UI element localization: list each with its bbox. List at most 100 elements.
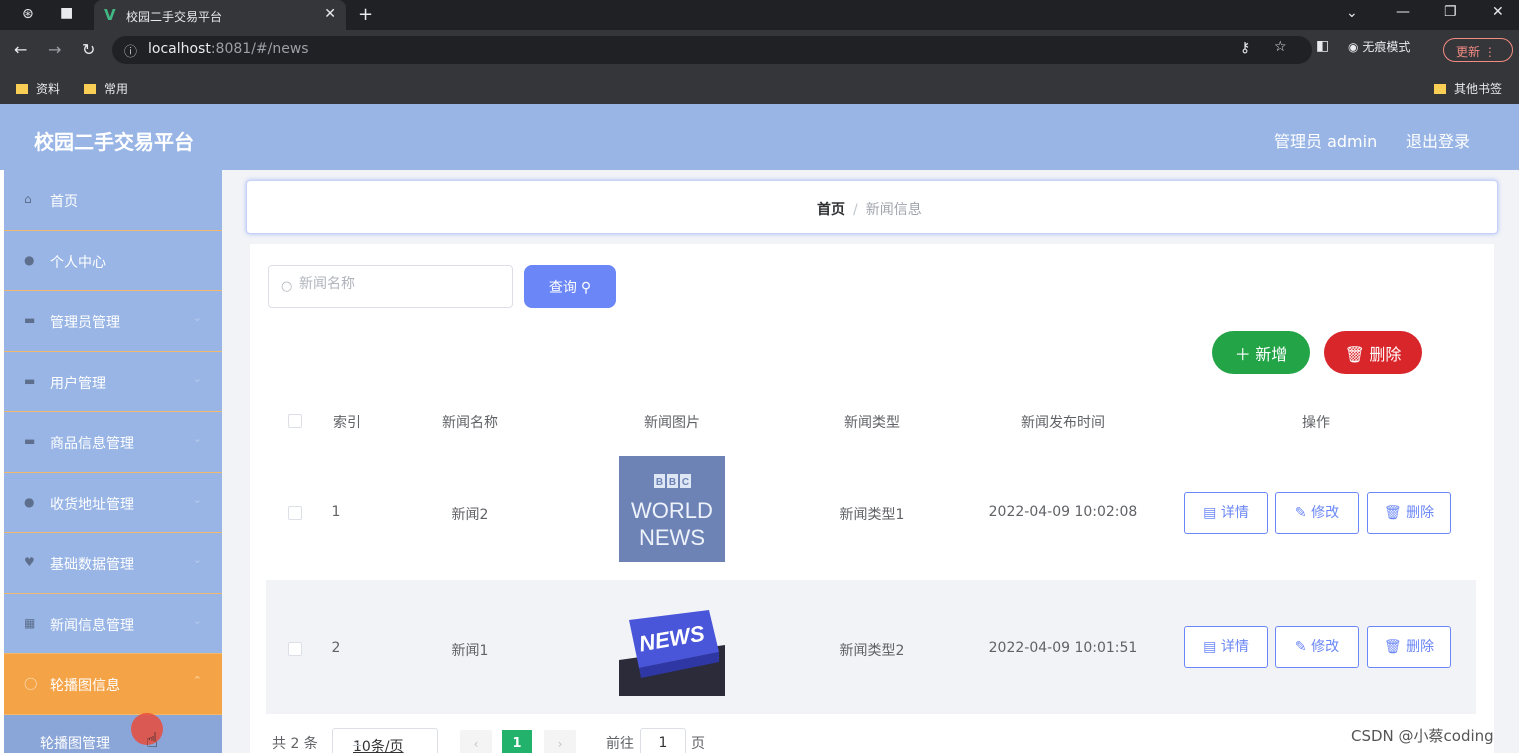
minimize-icon[interactable]: — <box>1396 4 1410 20</box>
row-checkbox[interactable] <box>288 642 302 656</box>
prev-page-button[interactable]: ‹ <box>460 730 492 753</box>
next-page-button[interactable]: › <box>544 730 576 753</box>
reload-icon[interactable]: ↻ <box>82 40 95 59</box>
address-icon: ● <box>24 494 35 509</box>
batch-delete-button[interactable]: 🗑 删除 <box>1324 331 1422 374</box>
sidebar-item-personal-center[interactable]: ● 个人中心 <box>4 231 222 291</box>
folder-icon <box>84 84 96 94</box>
current-page-button[interactable]: 1 <box>502 730 532 753</box>
logout-link[interactable]: 退出登录 <box>1406 128 1470 152</box>
sidebar-item-address-management[interactable]: ● 收货地址管理 ⌄ <box>4 473 222 533</box>
goto-page-input[interactable]: 1 <box>640 728 686 753</box>
bookmark-star-icon[interactable]: ☆ <box>1274 39 1287 55</box>
admin-label: 管理员 admin <box>1274 132 1378 151</box>
sidebar-item-carousel[interactable]: ◯ 轮播图信息 ⌃ <box>4 654 222 715</box>
sidebar-item-label: 基础数据管理 <box>50 557 134 573</box>
edit-button[interactable]: ✎ 修改 <box>1275 626 1359 668</box>
table-header: 索引 新闻名称 新闻图片 新闻类型 新闻发布时间 操作 <box>266 392 1476 452</box>
row-news-type: 新闻类型2 <box>839 643 905 659</box>
edit-button[interactable]: ✎ 修改 <box>1275 492 1359 534</box>
hand-cursor-icon: ☝ <box>146 728 159 752</box>
page-suffix: 页 <box>691 736 705 752</box>
search-icon: ○ <box>281 279 293 294</box>
new-tab-icon[interactable]: + <box>358 4 373 25</box>
chevron-down-icon: ⌄ <box>192 553 202 566</box>
sidebar-item-label: 个人中心 <box>50 254 106 271</box>
url-path: :8081/#/news <box>210 41 309 57</box>
incognito-label: 无痕模式 <box>1362 40 1411 54</box>
update-label: 更新 <box>1456 45 1481 59</box>
select-all-checkbox[interactable] <box>288 414 302 428</box>
trash-icon: 🗑 <box>1383 505 1402 521</box>
delete-button[interactable]: 🗑 删除 <box>1367 626 1451 668</box>
user-icon: ● <box>24 252 35 267</box>
search-field[interactable]: ○ <box>268 265 513 308</box>
chrome-menu-icon[interactable]: ⊛ <box>22 6 34 22</box>
close-tab-icon[interactable]: ✕ <box>324 6 336 22</box>
svg-text:WORLD: WORLD <box>631 498 713 523</box>
bookmark-folder-1[interactable]: 资料 <box>16 80 60 97</box>
row-checkbox[interactable] <box>288 506 302 520</box>
edit-label: 修改 <box>1311 639 1340 655</box>
delete-button[interactable]: 🗑 删除 <box>1367 492 1451 534</box>
bookmark-label: 其他书签 <box>1454 82 1503 96</box>
add-button[interactable]: ＋ 新增 <box>1212 331 1310 374</box>
page-size-select[interactable]: 10条/页 ⌄ <box>332 728 438 753</box>
tab-title: 校园二手交易平台 <box>126 10 223 24</box>
forward-icon[interactable]: → <box>48 40 61 59</box>
sidebar-item-label: 首页 <box>50 194 78 210</box>
sidebar-subitem-label: 轮播图管理 <box>40 735 110 752</box>
folder-icon <box>16 84 28 94</box>
chevron-down-icon: ⌄ <box>192 432 202 445</box>
chevron-down-icon: ⌄ <box>192 613 202 627</box>
kebab-menu-icon: ⋮ <box>1483 45 1496 59</box>
incognito-indicator[interactable]: ◉ 无痕模式 <box>1348 38 1410 55</box>
folder-icon <box>1434 84 1446 94</box>
vue-favicon-icon: V <box>104 6 116 24</box>
row-news-name: 新闻2 <box>451 507 489 523</box>
update-button[interactable]: 更新 ⋮ <box>1443 38 1513 62</box>
sidebar-subitem-carousel-management[interactable]: 轮播图管理 <box>4 714 222 753</box>
breadcrumb-home[interactable]: 首页 <box>817 202 845 218</box>
header-news-image: 新闻图片 <box>644 415 700 431</box>
pencil-icon: ✎ <box>1294 639 1307 655</box>
sidebar-item-label: 管理员管理 <box>50 315 120 331</box>
url-host: localhost <box>148 41 211 57</box>
query-button[interactable]: 查询 ⚲ <box>524 265 616 308</box>
tab-list-chevron-icon[interactable]: ⌄ <box>1346 5 1358 21</box>
delete-label: 删除 <box>1406 505 1435 521</box>
bookmark-folder-2[interactable]: 常用 <box>84 80 128 97</box>
app-header: 校园二手交易平台 管理员 admin 退出登录 <box>0 104 1519 170</box>
sidebar-item-goods-management[interactable]: ▬ 商品信息管理 ⌄ <box>4 412 222 473</box>
restore-icon[interactable]: ❐ <box>1444 4 1457 20</box>
other-bookmarks[interactable]: 其他书签 <box>1434 80 1502 97</box>
sidebar-item-news-management[interactable]: ▦ 新闻信息管理 ⌄ <box>4 594 222 654</box>
delete-label: 删除 <box>1369 346 1402 364</box>
header-operations: 操作 <box>1302 415 1330 431</box>
sidebar-item-home[interactable]: ⌂ 首页 <box>4 170 222 231</box>
url-field[interactable]: ⓘ localhost:8081/#/news <box>112 36 1312 64</box>
detail-button[interactable]: ▤ 详情 <box>1184 626 1268 668</box>
close-window-icon[interactable]: ✕ <box>1492 4 1504 20</box>
password-key-icon[interactable]: ⚷ <box>1240 40 1250 56</box>
browser-tab[interactable]: V 校园二手交易平台 ✕ <box>94 0 346 30</box>
sidebar-item-label: 新闻信息管理 <box>50 617 134 634</box>
tab-search-icon[interactable]: ■ <box>60 5 73 21</box>
search-input[interactable] <box>299 276 499 292</box>
browser-tab-bar: ⊛ ■ V 校园二手交易平台 ✕ + ⌄ — ❐ ✕ <box>0 0 1519 30</box>
goods-icon: ▬ <box>24 434 36 448</box>
sidebar-item-basic-data[interactable]: ♥ 基础数据管理 ⌄ <box>4 533 222 594</box>
site-info-icon[interactable]: ⓘ <box>124 41 137 60</box>
sidebar-item-admin-management[interactable]: ▬ 管理员管理 ⌄ <box>4 291 222 352</box>
chevron-down-icon: ⌄ <box>192 371 202 385</box>
detail-label: 详情 <box>1220 639 1249 655</box>
row-publish-time: 2022-04-09 10:01:51 <box>988 640 1138 656</box>
row-index: 2 <box>331 640 341 656</box>
side-panel-icon[interactable]: ◧ <box>1316 38 1329 54</box>
chevron-up-icon: ⌃ <box>192 674 202 687</box>
document-icon: ▤ <box>1203 639 1217 655</box>
carousel-icon: ◯ <box>24 676 38 690</box>
sidebar-item-user-management[interactable]: ▬ 用户管理 ⌄ <box>4 352 222 412</box>
back-icon[interactable]: ← <box>14 40 27 59</box>
detail-button[interactable]: ▤ 详情 <box>1184 492 1268 534</box>
